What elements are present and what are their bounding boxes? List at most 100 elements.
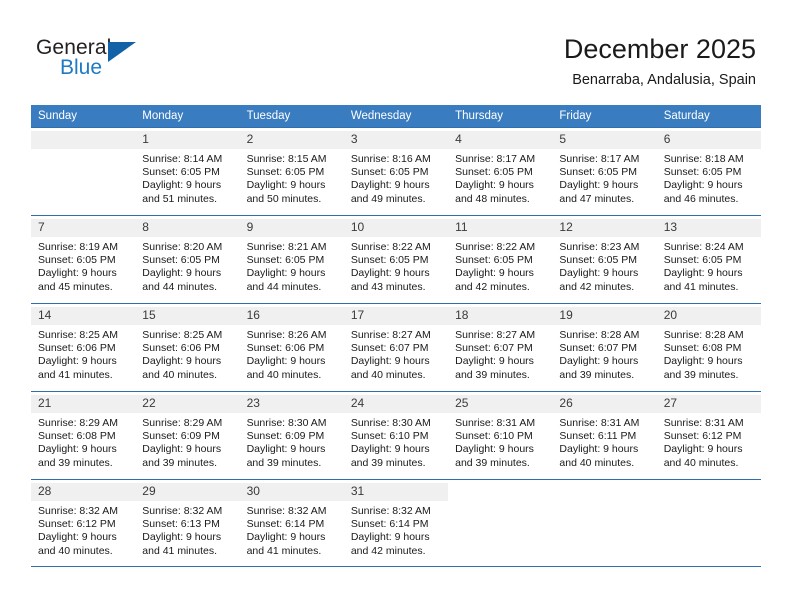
calendar-week-row: 21 Sunrise: 8:29 AM Sunset: 6:08 PM Dayligh… bbox=[31, 391, 761, 479]
calendar-header-row: Sunday Monday Tuesday Wednesday Thursday Frid… bbox=[31, 105, 761, 127]
day-cell[interactable]: 10 Sunrise: 8:22 AM Sunset: 6:05 PM Dayligh… bbox=[343, 215, 449, 303]
title-block: December 2025 Benarraba, Andalusia, Spai… bbox=[564, 32, 756, 89]
calendar-cell: 30 Sunrise: 8:32 AM Sunset: 6:14 PM Dayligh… bbox=[239, 479, 344, 567]
day-number: 30 bbox=[239, 483, 344, 501]
day-cell[interactable]: 12 Sunrise: 8:23 AM Sunset: 6:05 PM Dayligh… bbox=[552, 215, 657, 303]
sunset-text: Sunset: 6:05 PM bbox=[663, 254, 742, 267]
day-cell[interactable]: 16 Sunrise: 8:26 AM Sunset: 6:06 PM Dayligh… bbox=[239, 303, 344, 391]
day-number: 3 bbox=[343, 131, 449, 149]
day-cell[interactable]: 18 Sunrise: 8:27 AM Sunset: 6:07 PM Dayligh… bbox=[448, 303, 553, 391]
day-cell[interactable]: 19 Sunrise: 8:28 AM Sunset: 6:07 PM Dayligh… bbox=[552, 303, 657, 391]
empty-day-cell bbox=[31, 127, 136, 215]
day-cell-inner: 14 Sunrise: 8:25 AM Sunset: 6:06 PM Dayligh… bbox=[31, 304, 136, 382]
daylight-text-line2: and 43 minutes. bbox=[350, 280, 426, 293]
day-sun-info: Sunrise: 8:18 AM Sunset: 6:05 PM Daylight:… bbox=[664, 153, 755, 206]
day-sun-info: Sunrise: 8:32 AM Sunset: 6:14 PM Daylight:… bbox=[351, 505, 442, 558]
daylight-text-line1: Daylight: 9 hours bbox=[663, 179, 743, 192]
daylight-text-line2: and 40 minutes. bbox=[246, 368, 322, 381]
calendar-cell: 9 Sunrise: 8:21 AM Sunset: 6:05 PM Daylight… bbox=[239, 215, 344, 303]
daylight-text-line1: Daylight: 9 hours bbox=[142, 179, 222, 192]
day-cell[interactable]: 21 Sunrise: 8:29 AM Sunset: 6:08 PM Dayligh… bbox=[31, 391, 136, 479]
day-cell[interactable]: 3 Sunrise: 8:16 AM Sunset: 6:05 PM Daylight… bbox=[343, 127, 449, 215]
daylight-text-line1: Daylight: 9 hours bbox=[455, 443, 534, 456]
day-cell[interactable]: 14 Sunrise: 8:25 AM Sunset: 6:06 PM Dayligh… bbox=[31, 303, 136, 391]
day-number: 8 bbox=[135, 219, 240, 237]
daylight-text-line1: Daylight: 9 hours bbox=[246, 179, 326, 192]
calendar-body: 1 Sunrise: 8:14 AM Sunset: 6:05 PM Daylight… bbox=[31, 127, 761, 567]
daylight-text-line2: and 42 minutes. bbox=[350, 544, 426, 557]
sunset-text: Sunset: 6:06 PM bbox=[246, 342, 325, 355]
day-cell-inner: 10 Sunrise: 8:22 AM Sunset: 6:05 PM Dayligh… bbox=[343, 216, 449, 294]
day-cell[interactable]: 28 Sunrise: 8:32 AM Sunset: 6:12 PM Dayligh… bbox=[31, 479, 136, 567]
daylight-text-line1: Daylight: 9 hours bbox=[663, 355, 743, 368]
day-number: 2 bbox=[239, 131, 344, 149]
sunset-text: Sunset: 6:09 PM bbox=[142, 430, 220, 443]
day-number: 20 bbox=[656, 307, 761, 325]
calendar-cell: 3 Sunrise: 8:16 AM Sunset: 6:05 PM Daylight… bbox=[343, 127, 449, 215]
day-cell[interactable]: 31 Sunrise: 8:32 AM Sunset: 6:14 PM Dayligh… bbox=[343, 479, 449, 567]
sunset-text: Sunset: 6:06 PM bbox=[38, 342, 116, 355]
day-cell[interactable]: 27 Sunrise: 8:31 AM Sunset: 6:12 PM Dayligh… bbox=[656, 391, 761, 479]
calendar-cell: 13 Sunrise: 8:24 AM Sunset: 6:05 PM Dayligh… bbox=[656, 215, 761, 303]
sunrise-text: Sunrise: 8:25 AM bbox=[142, 329, 223, 341]
day-cell[interactable]: 6 Sunrise: 8:18 AM Sunset: 6:05 PM Daylight… bbox=[656, 127, 761, 215]
calendar-cell: 25 Sunrise: 8:31 AM Sunset: 6:10 PM Dayligh… bbox=[448, 391, 553, 479]
daylight-text-line2: and 51 minutes. bbox=[142, 192, 217, 205]
day-cell[interactable]: 2 Sunrise: 8:15 AM Sunset: 6:05 PM Daylight… bbox=[239, 127, 344, 215]
weekday-header-wednesday: Wednesday bbox=[343, 105, 449, 127]
daylight-text-line1: Daylight: 9 hours bbox=[455, 179, 534, 192]
day-cell[interactable]: 25 Sunrise: 8:31 AM Sunset: 6:10 PM Dayligh… bbox=[448, 391, 553, 479]
day-sun-info: Sunrise: 8:26 AM Sunset: 6:06 PM Daylight:… bbox=[247, 329, 338, 382]
day-cell[interactable]: 22 Sunrise: 8:29 AM Sunset: 6:09 PM Dayligh… bbox=[135, 391, 240, 479]
calendar-cell: 24 Sunrise: 8:30 AM Sunset: 6:10 PM Dayligh… bbox=[343, 391, 449, 479]
day-sun-info: Sunrise: 8:27 AM Sunset: 6:07 PM Daylight:… bbox=[351, 329, 442, 382]
day-cell-inner: 2 Sunrise: 8:15 AM Sunset: 6:05 PM Daylight… bbox=[239, 128, 344, 206]
daylight-text-line1: Daylight: 9 hours bbox=[350, 531, 430, 544]
calendar-cell bbox=[552, 479, 657, 567]
day-cell[interactable]: 5 Sunrise: 8:17 AM Sunset: 6:05 PM Daylight… bbox=[552, 127, 657, 215]
calendar-cell: 29 Sunrise: 8:32 AM Sunset: 6:13 PM Dayligh… bbox=[135, 479, 240, 567]
daylight-text-line2: and 40 minutes. bbox=[142, 368, 217, 381]
day-cell[interactable]: 29 Sunrise: 8:32 AM Sunset: 6:13 PM Dayligh… bbox=[135, 479, 240, 567]
day-number: 15 bbox=[135, 307, 240, 325]
day-cell[interactable]: 30 Sunrise: 8:32 AM Sunset: 6:14 PM Dayligh… bbox=[239, 479, 344, 567]
sunrise-text: Sunrise: 8:29 AM bbox=[142, 417, 223, 429]
day-sun-info: Sunrise: 8:27 AM Sunset: 6:07 PM Daylight:… bbox=[455, 329, 546, 382]
sunrise-text: Sunrise: 8:28 AM bbox=[559, 329, 640, 341]
day-cell[interactable]: 17 Sunrise: 8:27 AM Sunset: 6:07 PM Dayligh… bbox=[343, 303, 449, 391]
calendar-cell bbox=[31, 127, 136, 215]
day-cell[interactable]: 9 Sunrise: 8:21 AM Sunset: 6:05 PM Daylight… bbox=[239, 215, 344, 303]
day-cell[interactable]: 7 Sunrise: 8:19 AM Sunset: 6:05 PM Daylight… bbox=[31, 215, 136, 303]
calendar-cell: 10 Sunrise: 8:22 AM Sunset: 6:05 PM Dayligh… bbox=[343, 215, 449, 303]
day-cell[interactable]: 4 Sunrise: 8:17 AM Sunset: 6:05 PM Daylight… bbox=[448, 127, 553, 215]
day-cell[interactable]: 8 Sunrise: 8:20 AM Sunset: 6:05 PM Daylight… bbox=[135, 215, 240, 303]
day-cell[interactable]: 15 Sunrise: 8:25 AM Sunset: 6:06 PM Dayligh… bbox=[135, 303, 240, 391]
calendar-cell: 14 Sunrise: 8:25 AM Sunset: 6:06 PM Dayligh… bbox=[31, 303, 136, 391]
daylight-text-line1: Daylight: 9 hours bbox=[246, 531, 326, 544]
daylight-text-line2: and 39 minutes. bbox=[455, 456, 530, 469]
calendar-cell: 2 Sunrise: 8:15 AM Sunset: 6:05 PM Daylight… bbox=[239, 127, 344, 215]
day-cell[interactable]: 20 Sunrise: 8:28 AM Sunset: 6:08 PM Dayligh… bbox=[656, 303, 761, 391]
day-sun-info: Sunrise: 8:25 AM Sunset: 6:06 PM Daylight:… bbox=[38, 329, 129, 382]
day-cell-inner: 28 Sunrise: 8:32 AM Sunset: 6:12 PM Dayligh… bbox=[31, 480, 136, 558]
daylight-text-line2: and 49 minutes. bbox=[350, 192, 426, 205]
calendar-cell: 18 Sunrise: 8:27 AM Sunset: 6:07 PM Dayligh… bbox=[448, 303, 553, 391]
calendar-cell: 26 Sunrise: 8:31 AM Sunset: 6:11 PM Dayligh… bbox=[552, 391, 657, 479]
day-cell[interactable]: 26 Sunrise: 8:31 AM Sunset: 6:11 PM Dayligh… bbox=[552, 391, 657, 479]
day-cell[interactable]: 23 Sunrise: 8:30 AM Sunset: 6:09 PM Dayligh… bbox=[239, 391, 344, 479]
day-cell[interactable]: 1 Sunrise: 8:14 AM Sunset: 6:05 PM Daylight… bbox=[135, 127, 240, 215]
day-cell[interactable]: 13 Sunrise: 8:24 AM Sunset: 6:05 PM Dayligh… bbox=[656, 215, 761, 303]
general-blue-logo[interactable]: General Blue bbox=[36, 36, 156, 84]
sunrise-text: Sunrise: 8:21 AM bbox=[246, 241, 327, 253]
day-sun-info: Sunrise: 8:29 AM Sunset: 6:09 PM Daylight:… bbox=[142, 417, 233, 470]
sunrise-text: Sunrise: 8:31 AM bbox=[455, 417, 536, 429]
sunrise-text: Sunrise: 8:18 AM bbox=[663, 153, 744, 165]
day-number: 10 bbox=[343, 219, 449, 237]
day-sun-info: Sunrise: 8:30 AM Sunset: 6:09 PM Daylight:… bbox=[247, 417, 338, 470]
daylight-text-line2: and 41 minutes. bbox=[38, 368, 113, 381]
day-cell[interactable]: 11 Sunrise: 8:22 AM Sunset: 6:05 PM Dayligh… bbox=[448, 215, 553, 303]
day-number: 13 bbox=[656, 219, 761, 237]
calendar-cell: 12 Sunrise: 8:23 AM Sunset: 6:05 PM Dayligh… bbox=[552, 215, 657, 303]
day-cell[interactable]: 24 Sunrise: 8:30 AM Sunset: 6:10 PM Dayligh… bbox=[343, 391, 449, 479]
page-subtitle: Benarraba, Andalusia, Spain bbox=[572, 72, 756, 88]
